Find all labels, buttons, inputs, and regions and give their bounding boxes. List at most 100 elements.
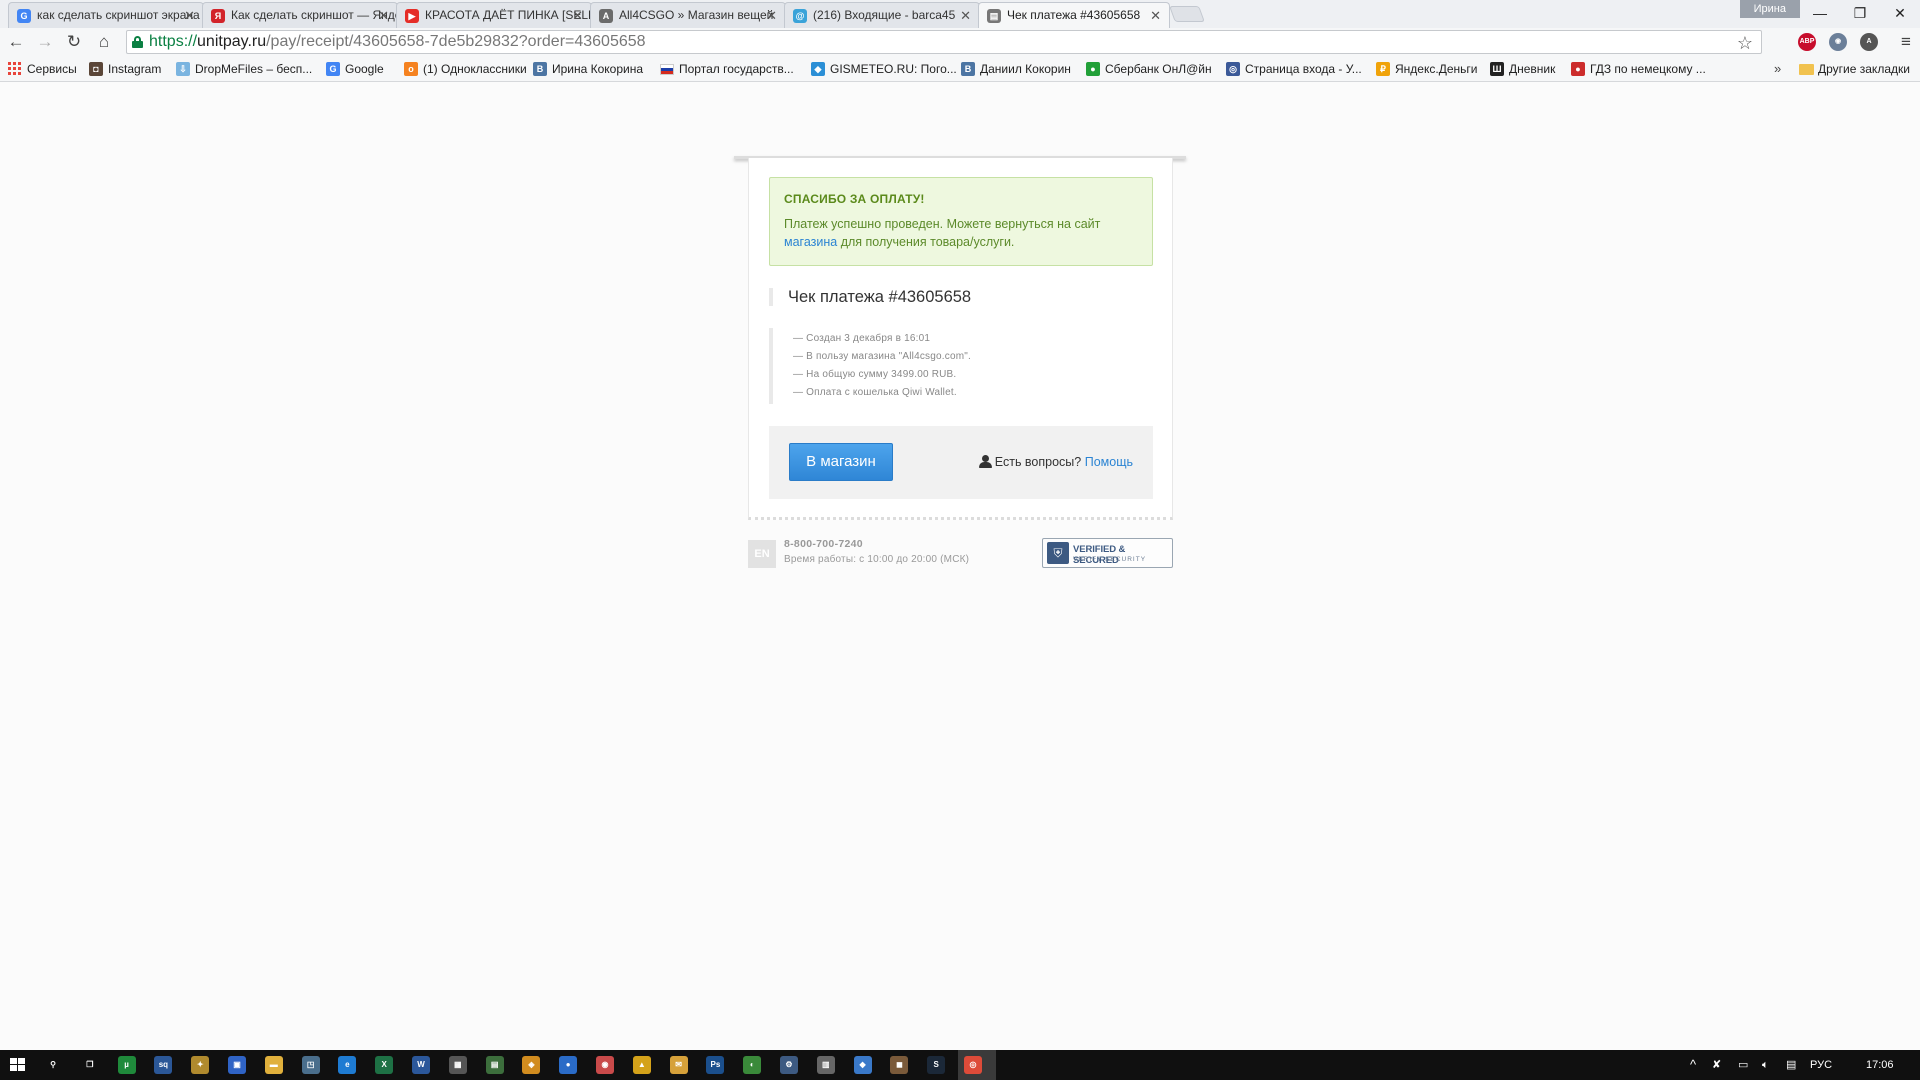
volume-icon[interactable]: 🔈︎: [1762, 1050, 1769, 1080]
warning-app-icon[interactable]: ▲: [632, 1056, 651, 1074]
word-icon[interactable]: W: [412, 1056, 430, 1074]
bookmark-8[interactable]: ◆ GISMETEO.RU: Пого...: [811, 56, 957, 82]
bookmark-label: ГДЗ по немецкому ...: [1590, 62, 1706, 76]
language-switch-button[interactable]: EN: [748, 540, 776, 568]
forward-icon[interactable]: →: [33, 30, 57, 54]
shield-lock-icon: ⛨: [1047, 542, 1069, 564]
bookmark-5[interactable]: о (1) Одноклассники: [404, 56, 527, 82]
steam-icon[interactable]: S: [927, 1056, 946, 1074]
save-icon[interactable]: ▣: [228, 1056, 246, 1074]
file-explorer-icon[interactable]: ▬: [264, 1056, 283, 1074]
address-bar[interactable]: https://unitpay.ru/pay/receipt/43605658-…: [126, 30, 1762, 54]
bookmark-12[interactable]: ₽ Яндекс.Деньги: [1376, 56, 1477, 82]
settings-app-icon[interactable]: ⚙: [780, 1056, 798, 1074]
menu-icon[interactable]: ≡: [1894, 30, 1918, 54]
bookmark-label: Даниил Кокорин: [980, 62, 1071, 76]
close-tab-icon[interactable]: ✕: [1150, 3, 1161, 28]
windows-start-icon[interactable]: [10, 1058, 26, 1072]
antivirus-tray-icon[interactable]: ✘: [1712, 1050, 1721, 1080]
close-tab-icon[interactable]: ✕: [960, 3, 971, 28]
rocket-icon[interactable]: ◉: [596, 1056, 614, 1074]
tab-3[interactable]: ▶ КРАСОТА ДАЁТ ПИНКА [SELF] ✕: [396, 2, 592, 28]
clock[interactable]: 17:06: [1866, 1050, 1894, 1080]
bookmark-13[interactable]: Ш Дневник: [1490, 56, 1555, 82]
globe-app-icon[interactable]: ●: [559, 1056, 578, 1074]
dropbox-icon[interactable]: ◆: [853, 1056, 872, 1074]
calculator-icon[interactable]: ▤: [485, 1056, 504, 1074]
adblock-plus-icon[interactable]: ABP: [1798, 33, 1816, 51]
bookmark-star-icon[interactable]: ☆: [1737, 32, 1753, 54]
network-app-icon[interactable]: ◳: [301, 1056, 320, 1074]
media-app-icon[interactable]: ▦: [448, 1056, 467, 1074]
bookmark-label: Сервисы: [27, 62, 77, 76]
mail-app-icon[interactable]: ✉: [669, 1056, 688, 1074]
detail-created: — Создан 3 декабря в 16:01: [793, 333, 931, 344]
mail-icon: @: [793, 9, 807, 23]
wand-icon[interactable]: ✦: [191, 1056, 210, 1074]
success-title: СПАСИБО ЗА ОПЛАТУ!: [784, 192, 925, 206]
bookmark-2[interactable]: ◘ Instagram: [89, 56, 161, 82]
excel-icon[interactable]: X: [375, 1056, 394, 1074]
bookmark-14[interactable]: ● ГДЗ по немецкому ...: [1571, 56, 1706, 82]
receipt-card: СПАСИБО ЗА ОПЛАТУ! Платеж успешно провед…: [748, 158, 1173, 520]
detail-amount: — На общую сумму 3499.00 RUB.: [793, 369, 957, 380]
tab-5[interactable]: @ (216) Входящие - barca45 ✕: [784, 2, 980, 28]
bookmark-1[interactable]: Сервисы: [8, 56, 77, 82]
other-bookmarks-folder[interactable]: Другие закладки: [1799, 56, 1910, 82]
to-shop-button[interactable]: В магазин: [789, 443, 893, 481]
help-link[interactable]: Помощь: [1085, 455, 1133, 469]
edge-icon[interactable]: e: [338, 1056, 357, 1074]
bookmark-label: Instagram: [108, 62, 162, 76]
close-tab-icon[interactable]: ✕: [572, 3, 583, 28]
restore-icon[interactable]: ❐: [1840, 2, 1880, 24]
tab-1[interactable]: Gкак сделать скриншот экрана ✕: [8, 2, 204, 28]
bookmark-label: Дневник: [1509, 62, 1556, 76]
chrome-icon[interactable]: ◎: [964, 1056, 982, 1074]
minimize-icon[interactable]: —: [1800, 2, 1840, 24]
back-icon[interactable]: ←: [4, 30, 28, 54]
search-icon[interactable]: ⚲: [44, 1056, 62, 1074]
input-language[interactable]: РУС: [1810, 1050, 1832, 1080]
tab-6[interactable]: ▤ Чек платежа #43605658 ✕: [978, 2, 1170, 28]
app-icon[interactable]: sq: [154, 1056, 173, 1074]
skype-colorful-icon[interactable]: ◈: [522, 1056, 541, 1074]
verified-secured-badge[interactable]: ⛨ VERIFIED & SECURED VERIFY SECURITY: [1042, 538, 1173, 568]
network-icon[interactable]: ▭: [1738, 1050, 1748, 1080]
bookmark-6[interactable]: В Ирина Кокорина: [533, 56, 643, 82]
csgo-extension-icon[interactable]: A: [1860, 33, 1878, 51]
home-icon[interactable]: ⌂: [92, 30, 116, 54]
profile-button[interactable]: Ирина: [1739, 0, 1800, 18]
game-icon[interactable]: ◐: [743, 1056, 762, 1074]
bookmarks-overflow-button[interactable]: »: [1774, 56, 1781, 82]
bookmark-label: Сбербанк ОнЛ@йн: [1105, 62, 1212, 76]
bookmark-10[interactable]: ● Сбербанк ОнЛ@йн: [1086, 56, 1212, 82]
photoshop-icon[interactable]: Ps: [706, 1056, 725, 1074]
eye-extension-icon[interactable]: ◉: [1829, 33, 1847, 51]
google-icon: G: [17, 9, 31, 23]
bookmark-4[interactable]: G Google: [326, 56, 384, 82]
bookmark-3[interactable]: ⇩ DropMeFiles – бесп...: [176, 56, 312, 82]
reload-icon[interactable]: ↻: [62, 30, 86, 54]
task-view-icon[interactable]: ❐: [80, 1056, 99, 1074]
bookmark-7[interactable]: Портал государств...: [660, 56, 794, 82]
close-tab-icon[interactable]: ✕: [378, 3, 389, 28]
shop-link[interactable]: магазина: [784, 235, 837, 249]
close-tab-icon[interactable]: ✕: [766, 3, 777, 28]
utorrent-icon[interactable]: µ: [117, 1056, 136, 1074]
russia-flag-icon: [660, 64, 674, 75]
notification-icon[interactable]: ▤: [1786, 1050, 1796, 1080]
bookmark-9[interactable]: В Даниил Кокорин: [961, 56, 1071, 82]
bookmark-label: DropMeFiles – бесп...: [195, 62, 313, 76]
close-window-icon[interactable]: ✕: [1880, 2, 1920, 24]
new-tab-button[interactable]: [1169, 6, 1205, 22]
box-app-icon[interactable]: ◼: [890, 1056, 909, 1074]
bookmark-11[interactable]: ◎ Страница входа - У...: [1226, 56, 1362, 82]
receipt-footer: EN 8-800-700-7240 Время работы: с 10:00 …: [748, 538, 1173, 570]
tab-4[interactable]: A All4CSGO » Магазин вещей ✕: [590, 2, 786, 28]
close-tab-icon[interactable]: ✕: [184, 3, 195, 28]
url-text[interactable]: https://unitpay.ru/pay/receipt/43605658-…: [149, 31, 646, 53]
tab-2[interactable]: Я Как сделать скриншот — Яндекс ✕: [202, 2, 398, 28]
server-app-icon[interactable]: ▥: [816, 1056, 835, 1074]
tray-chevron-icon[interactable]: ^: [1690, 1050, 1696, 1080]
globe-icon: ◎: [1226, 62, 1240, 76]
